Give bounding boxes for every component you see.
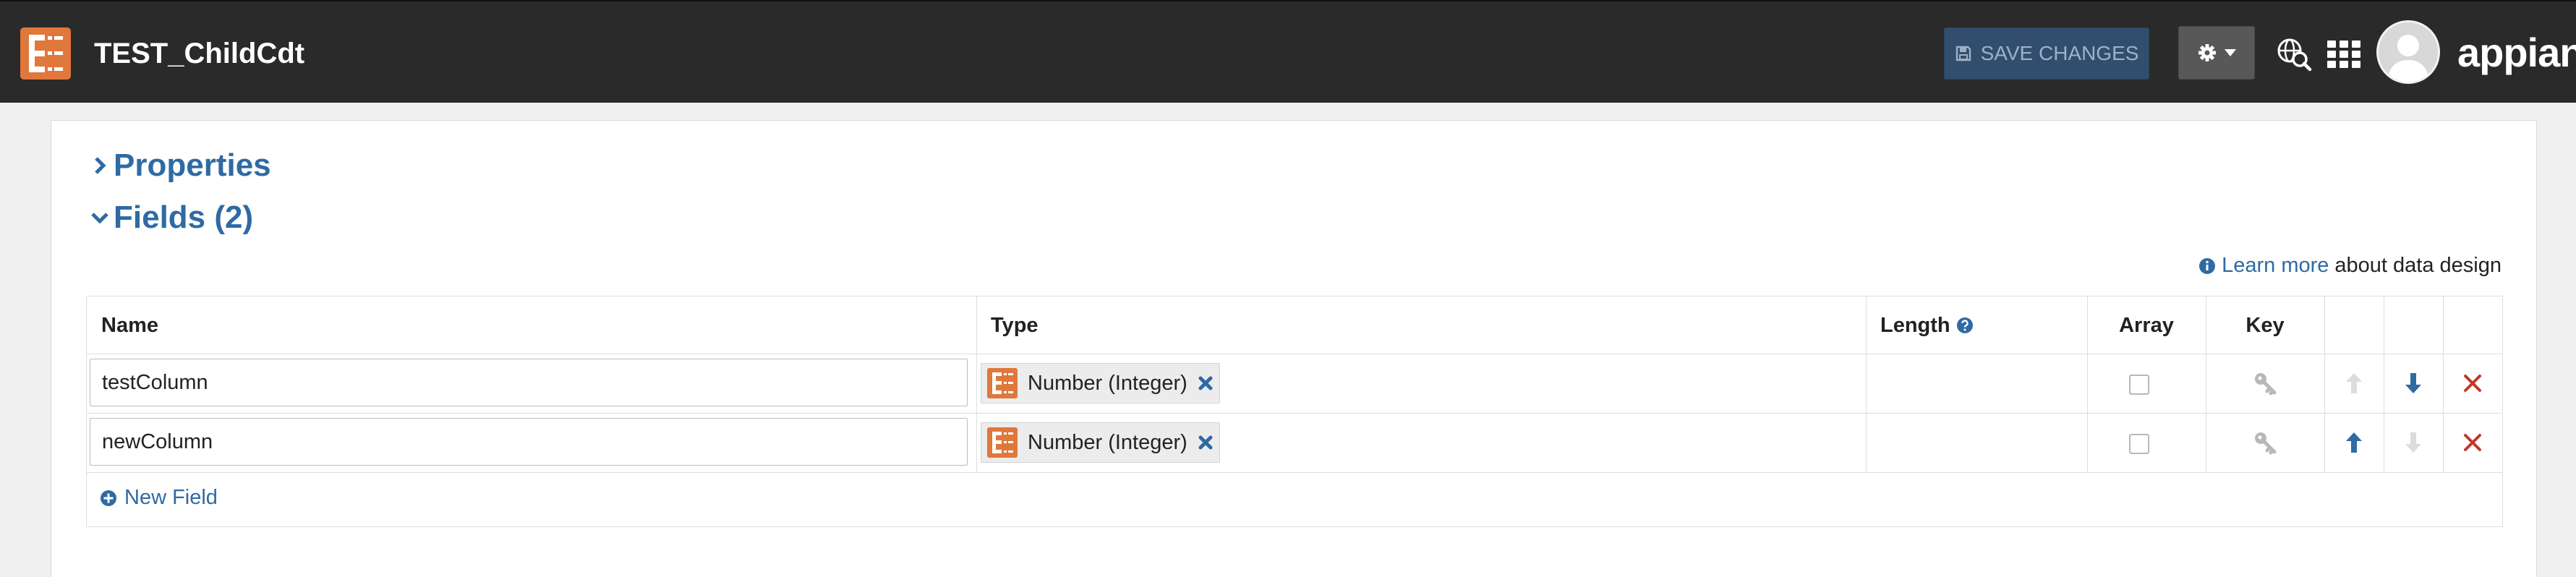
fields-table: Name Type Length Array Key testColumn Nu… <box>86 296 2503 527</box>
table-row: Number (Integer) <box>87 354 2502 414</box>
fields-section-title: Fields (2) <box>114 200 254 235</box>
learn-more-text: about data design <box>2334 254 2502 277</box>
top-bar: TEST_ChildCdt SAVE CHANGES appian <box>0 0 2576 103</box>
key-icon[interactable] <box>2252 429 2278 456</box>
remove-type-icon[interactable] <box>1198 375 1214 391</box>
field-type-label: Number (Integer) <box>1028 371 1187 395</box>
field-name-input[interactable] <box>90 418 968 466</box>
learn-more-link[interactable]: Learn more <box>2222 254 2329 278</box>
arrow-up-icon <box>2346 373 2362 393</box>
help-circle-icon[interactable] <box>1956 317 1974 334</box>
data-type-panel: Properties Fields (2) Learn more about d… <box>51 120 2537 577</box>
column-header-key: Key <box>2246 313 2285 337</box>
array-checkbox[interactable] <box>2129 434 2149 454</box>
column-header-length: Length <box>1880 296 1974 354</box>
delete-x-icon[interactable] <box>2460 370 2486 396</box>
gear-icon <box>2198 44 2216 61</box>
avatar[interactable] <box>2376 20 2440 84</box>
chevron-right-icon <box>89 155 111 176</box>
save-changes-button[interactable]: SAVE CHANGES <box>1944 27 2149 80</box>
new-field-label: New Field <box>124 486 218 509</box>
column-header-name: Name <box>101 313 158 337</box>
column-header-length-label: Length <box>1880 313 1950 337</box>
properties-section-title: Properties <box>114 148 271 183</box>
globe-search-icon[interactable] <box>2275 36 2313 72</box>
key-icon[interactable] <box>2252 370 2278 396</box>
settings-menu-button[interactable] <box>2178 26 2255 80</box>
chevron-down-icon <box>89 207 111 228</box>
properties-section-toggle[interactable]: Properties <box>89 145 271 186</box>
delete-x-icon[interactable] <box>2460 429 2486 456</box>
arrow-up-icon[interactable] <box>2341 429 2367 456</box>
fields-table-header: Name Type Length Array Key <box>87 296 2502 354</box>
field-type-chip[interactable]: Number (Integer) <box>981 363 1220 403</box>
arrow-down-icon[interactable] <box>2400 370 2426 396</box>
info-icon <box>2199 257 2216 274</box>
table-row: Number (Integer) <box>87 414 2502 473</box>
data-type-icon <box>987 368 1018 398</box>
column-header-array: Array <box>2119 313 2174 337</box>
data-type-icon <box>987 427 1018 458</box>
remove-type-icon[interactable] <box>1198 435 1214 450</box>
column-header-type: Type <box>991 313 1038 337</box>
fields-section-toggle[interactable]: Fields (2) <box>89 197 253 238</box>
plus-circle-icon <box>101 490 116 506</box>
save-changes-label: SAVE CHANGES <box>1980 42 2139 64</box>
floppy-disk-icon <box>1956 46 1971 61</box>
field-type-chip[interactable]: Number (Integer) <box>981 422 1220 463</box>
array-checkbox[interactable] <box>2129 375 2149 395</box>
app-logo-icon <box>20 27 71 80</box>
arrow-down-icon <box>2405 432 2421 453</box>
field-name-input[interactable] <box>90 359 968 406</box>
app-title: TEST_ChildCdt <box>94 38 305 69</box>
field-type-label: Number (Integer) <box>1028 430 1187 454</box>
learn-more-help: Learn more about data design <box>2198 254 2502 278</box>
app-grid-icon[interactable] <box>2327 40 2360 69</box>
caret-down-icon <box>2225 49 2236 56</box>
new-field-button[interactable]: New Field <box>100 486 218 510</box>
appian-logo: appian <box>2457 30 2576 75</box>
